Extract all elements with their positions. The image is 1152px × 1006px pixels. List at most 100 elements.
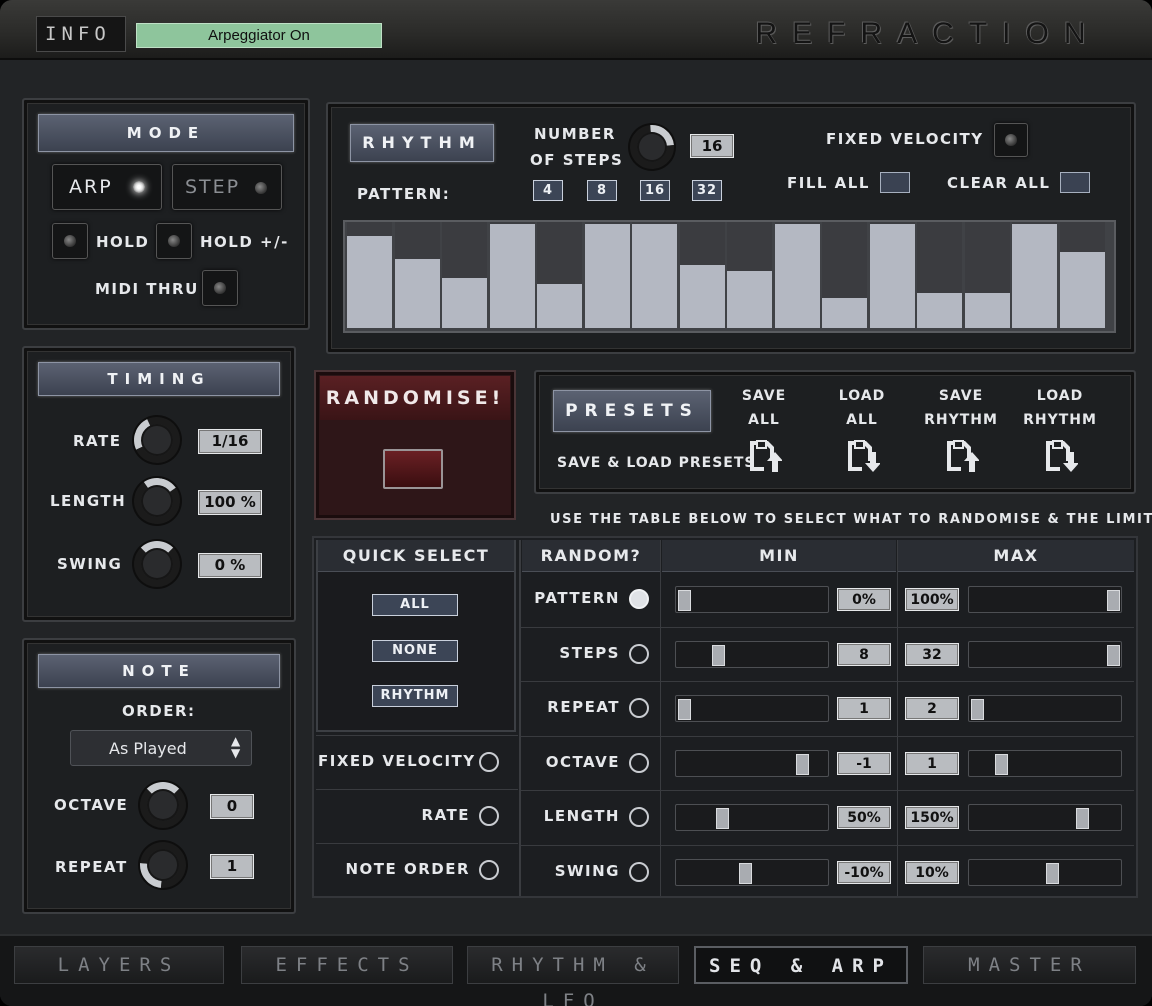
midi-thru-button[interactable] — [202, 270, 238, 306]
pattern-32-button[interactable]: 32 — [692, 180, 722, 201]
min-slider-thumb[interactable] — [678, 699, 691, 720]
preset-action-line2: ALL — [748, 412, 780, 428]
step-column[interactable] — [537, 222, 582, 328]
fixed-velocity-button[interactable] — [994, 123, 1028, 157]
preset-action-4[interactable]: LOAD RHYTHM — [1010, 386, 1110, 482]
min-slider[interactable] — [675, 640, 829, 668]
step-column[interactable] — [774, 222, 820, 328]
max-value[interactable]: 100% — [905, 588, 959, 611]
step-column[interactable] — [584, 222, 630, 328]
min-slider[interactable] — [675, 695, 829, 722]
quick-select-rhythm-button[interactable]: RHYTHM — [372, 685, 458, 707]
rhythm-button[interactable]: RHYTHM — [350, 124, 494, 162]
random-row-radio[interactable] — [629, 589, 649, 609]
min-value[interactable]: 8 — [837, 642, 891, 666]
max-value[interactable]: 1 — [905, 751, 959, 775]
tab-effects[interactable]: EFFECTS — [241, 946, 453, 984]
arp-button[interactable]: ARP — [52, 164, 162, 210]
max-value[interactable]: 32 — [905, 642, 959, 666]
swing-value[interactable]: 0 % — [198, 553, 262, 578]
max-value[interactable]: 150% — [905, 806, 959, 829]
min-value[interactable]: 0% — [837, 588, 891, 611]
min-value[interactable]: 1 — [837, 697, 891, 720]
hold-button[interactable] — [52, 223, 88, 259]
hold-pm-button[interactable] — [156, 223, 192, 259]
min-value[interactable]: 50% — [837, 806, 891, 829]
preset-action-1[interactable]: SAVE ALL — [714, 386, 814, 482]
step-column[interactable] — [964, 222, 1010, 328]
min-slider-thumb[interactable] — [739, 862, 753, 884]
min-slider[interactable] — [675, 858, 829, 886]
tab-layers[interactable]: LAYERS — [14, 946, 224, 984]
tab-seq-arp[interactable]: SEQ & ARP — [694, 946, 908, 984]
pattern-8-button[interactable]: 8 — [587, 180, 617, 201]
pattern-4-button[interactable]: 4 — [533, 180, 563, 201]
step-column[interactable] — [917, 222, 962, 328]
step-column[interactable] — [442, 222, 487, 328]
pattern-16-button[interactable]: 16 — [640, 180, 670, 201]
presets-button[interactable]: PRESETS — [553, 390, 711, 432]
random-row-radio[interactable] — [629, 643, 649, 664]
tab-master[interactable]: MASTER — [923, 946, 1136, 984]
max-slider[interactable] — [968, 804, 1122, 831]
min-value[interactable]: -1 — [837, 751, 891, 775]
max-slider[interactable] — [968, 749, 1122, 777]
step-column[interactable] — [822, 222, 867, 328]
column-divider — [519, 540, 521, 896]
max-slider-thumb[interactable] — [1107, 644, 1120, 666]
preset-action-2[interactable]: LOAD ALL — [812, 386, 912, 482]
random-row-radio[interactable] — [629, 807, 649, 827]
length-value[interactable]: 100 % — [198, 490, 262, 515]
min-value[interactable]: -10% — [837, 860, 891, 884]
step-grid[interactable] — [343, 220, 1116, 333]
swing-knob[interactable] — [134, 541, 180, 587]
extra-row-radio[interactable] — [479, 806, 499, 826]
random-row-radio[interactable] — [629, 698, 649, 718]
min-slider[interactable] — [675, 749, 829, 777]
step-column[interactable] — [347, 222, 392, 328]
step-column[interactable] — [1059, 222, 1105, 328]
step-column[interactable] — [489, 222, 535, 328]
step-column[interactable] — [869, 222, 915, 328]
max-slider-thumb[interactable] — [971, 699, 984, 720]
min-slider[interactable] — [675, 804, 829, 831]
min-slider-thumb[interactable] — [716, 808, 730, 829]
max-slider[interactable] — [968, 586, 1122, 613]
clear-all-button[interactable] — [1060, 172, 1090, 193]
extra-row-radio[interactable] — [479, 860, 499, 880]
max-slider[interactable] — [968, 695, 1122, 722]
steps-value[interactable]: 16 — [690, 134, 734, 158]
max-slider[interactable] — [968, 858, 1122, 886]
max-slider[interactable] — [968, 640, 1122, 668]
step-button[interactable]: STEP — [172, 164, 282, 210]
min-slider-thumb[interactable] — [678, 590, 691, 611]
min-slider-thumb[interactable] — [712, 644, 725, 666]
max-slider-thumb[interactable] — [1075, 808, 1089, 829]
order-select[interactable]: As Played ▲ ▼ — [70, 730, 252, 766]
preset-action-3[interactable]: SAVE RHYTHM — [911, 386, 1011, 482]
min-slider-thumb[interactable] — [796, 753, 810, 775]
random-row-radio[interactable] — [629, 752, 649, 773]
tab-rhythm-lfo[interactable]: RHYTHM & LFO — [467, 946, 679, 1006]
step-column[interactable] — [727, 222, 772, 328]
max-slider-thumb[interactable] — [1045, 862, 1059, 884]
extra-row-radio[interactable] — [479, 752, 499, 772]
octave-knob[interactable] — [140, 782, 186, 828]
fill-all-button[interactable] — [880, 172, 910, 193]
step-column[interactable] — [1012, 222, 1057, 328]
repeat-value[interactable]: 1 — [210, 854, 254, 879]
rate-value[interactable]: 1/16 — [198, 429, 262, 454]
random-row-radio[interactable] — [629, 861, 649, 882]
quick-select-none-button[interactable]: NONE — [372, 640, 458, 662]
step-column[interactable] — [632, 222, 677, 328]
max-value[interactable]: 2 — [905, 697, 959, 720]
randomise-button[interactable] — [383, 449, 443, 489]
quick-select-all-button[interactable]: ALL — [372, 594, 458, 616]
step-column[interactable] — [394, 222, 440, 328]
max-value[interactable]: 10% — [905, 860, 959, 884]
min-slider[interactable] — [675, 586, 829, 613]
max-slider-thumb[interactable] — [995, 753, 1009, 775]
octave-value[interactable]: 0 — [210, 794, 254, 819]
step-column[interactable] — [679, 222, 725, 328]
max-slider-thumb[interactable] — [1107, 590, 1120, 611]
